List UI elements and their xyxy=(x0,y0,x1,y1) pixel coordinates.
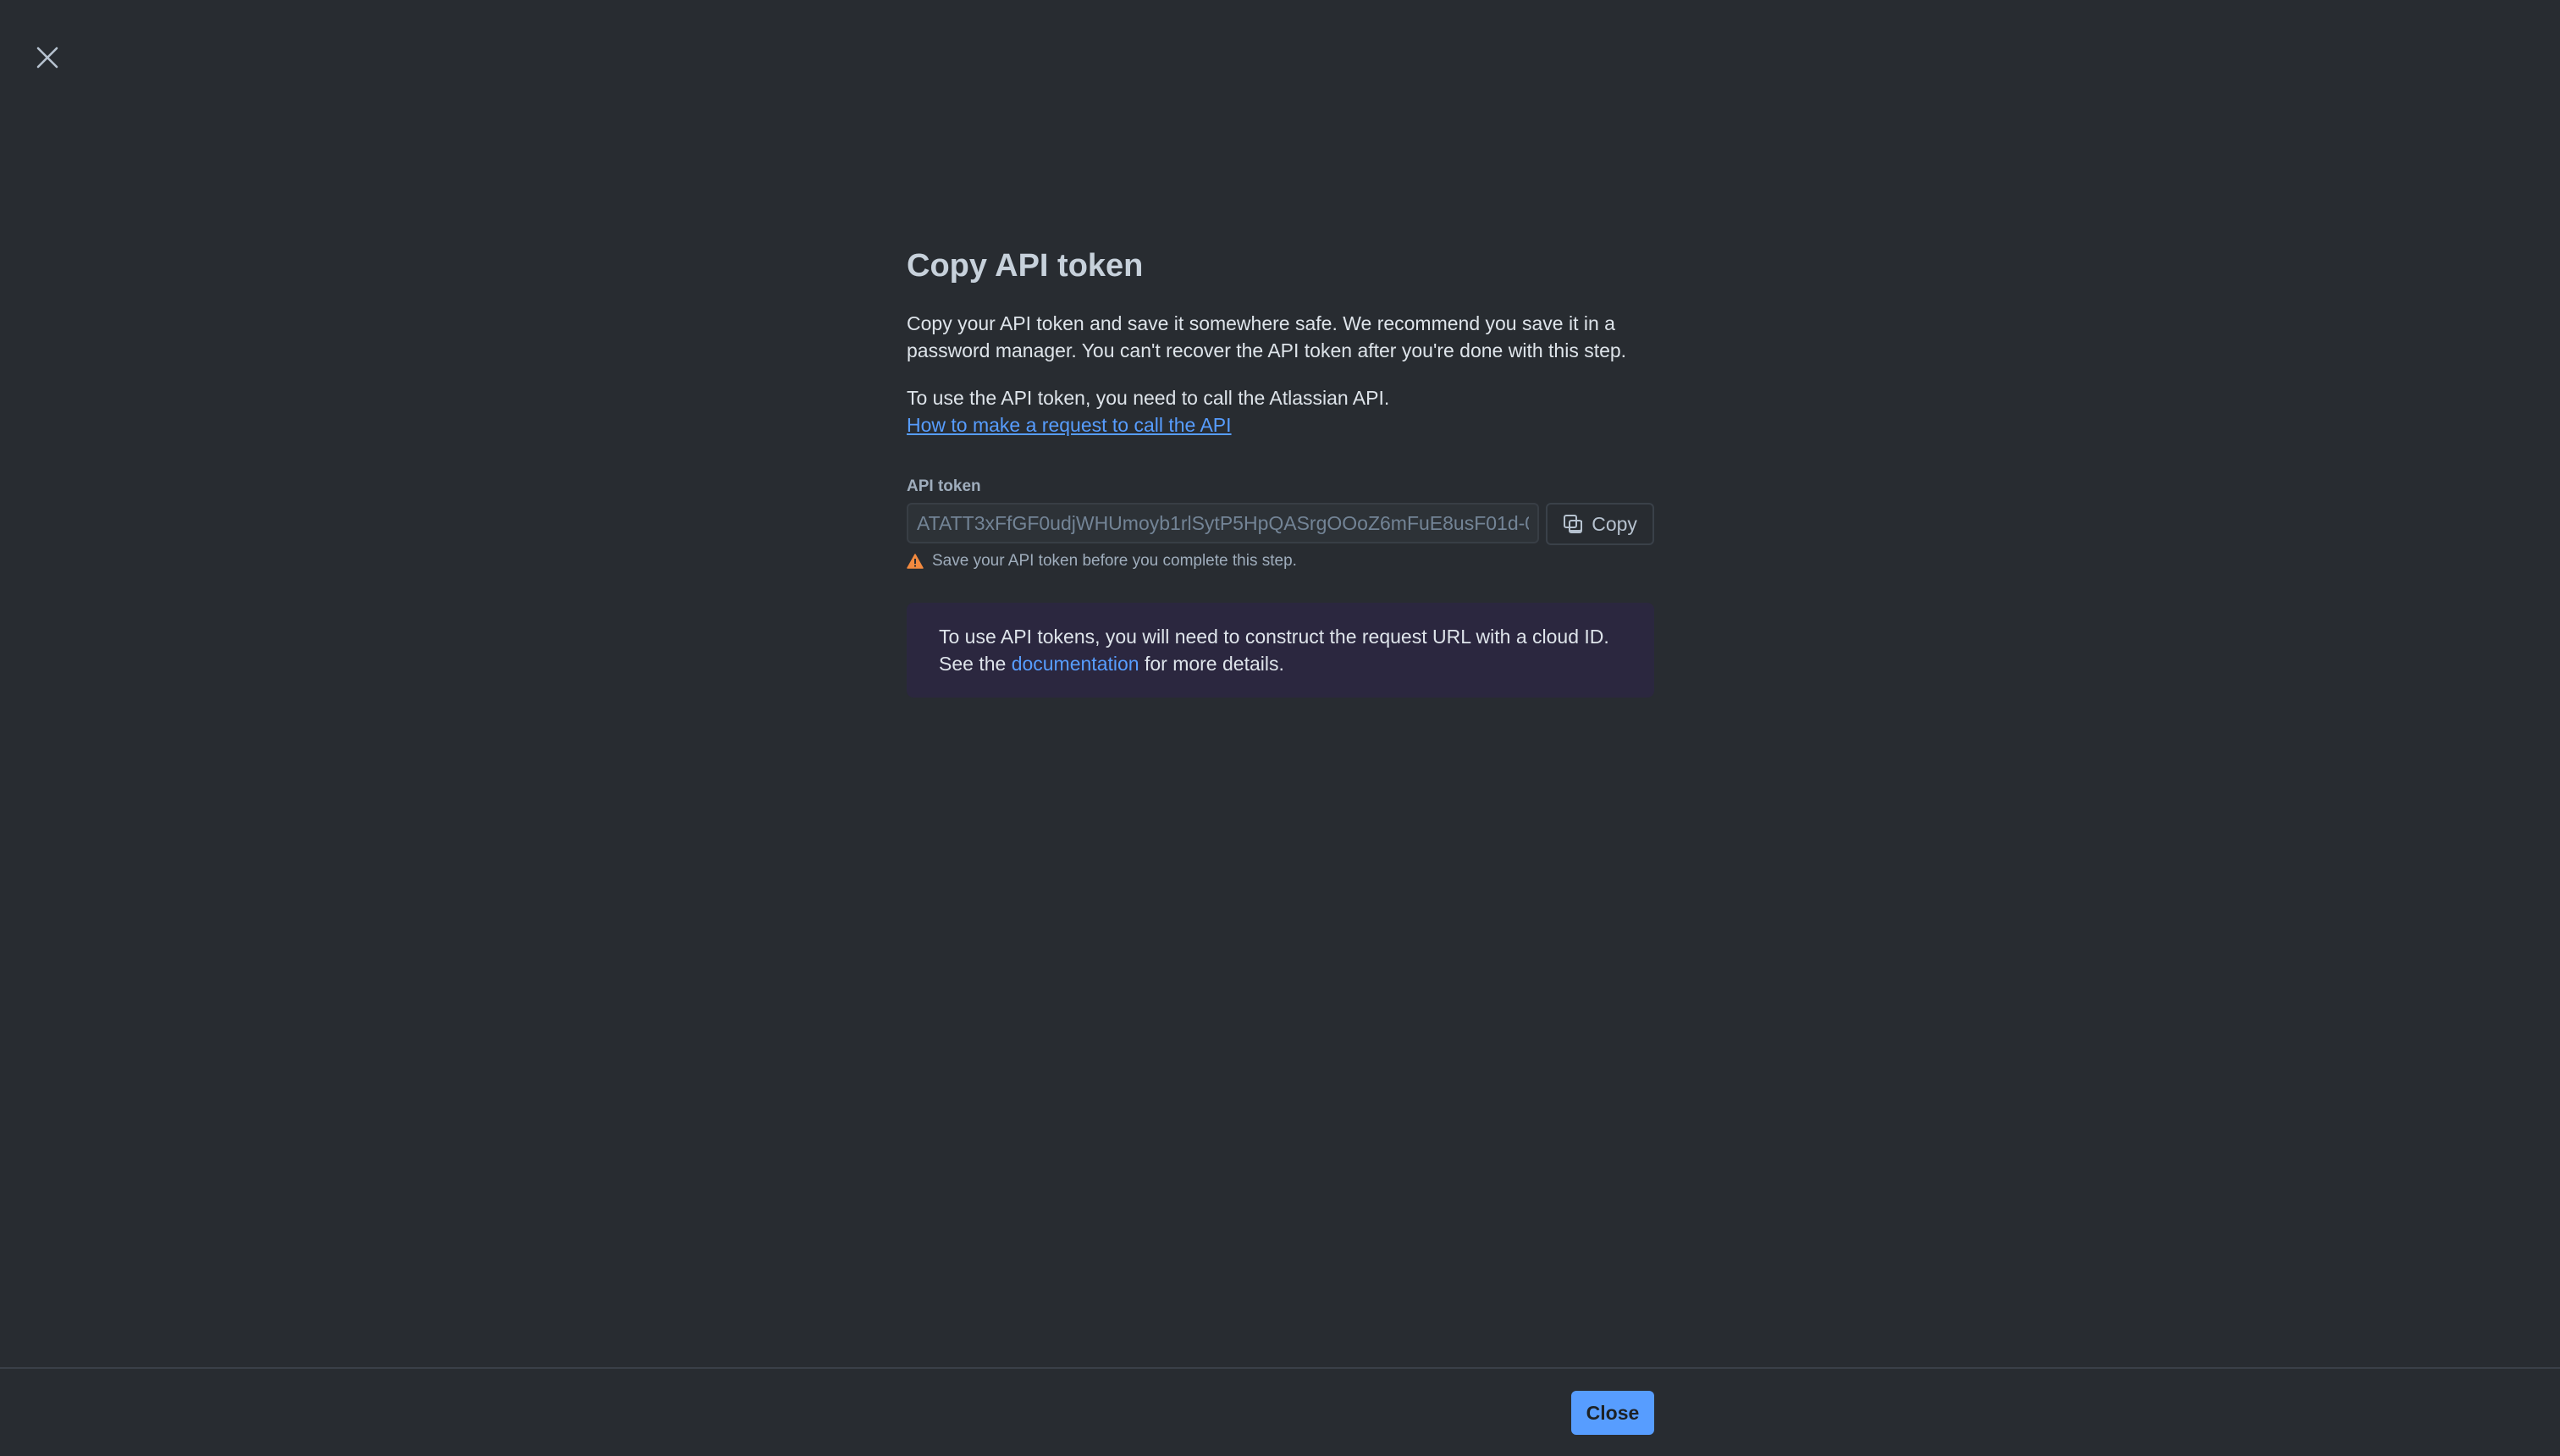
warning-text: Save your API token before you complete … xyxy=(932,552,1297,570)
copy-api-token-page: Copy API token Copy your API token and s… xyxy=(0,0,2560,1456)
warning-message: Save your API token before you complete … xyxy=(907,552,1654,571)
info-panel: To use API tokens, you will need to cons… xyxy=(907,603,1654,698)
copy-button-label: Copy xyxy=(1592,512,1637,535)
copy-button[interactable]: Copy xyxy=(1546,503,1654,545)
how-to-request-link[interactable]: How to make a request to call the API xyxy=(907,414,1232,436)
usage-text: To use the API token, you need to call t… xyxy=(907,387,1390,409)
usage-paragraph: To use the API token, you need to call t… xyxy=(907,384,1654,438)
api-token-field[interactable] xyxy=(907,503,1540,543)
close-dialog-button[interactable] xyxy=(30,41,64,74)
page-title: Copy API token xyxy=(907,248,1144,284)
close-icon xyxy=(36,47,58,69)
api-token-label: API token xyxy=(907,477,981,495)
close-button[interactable]: Close xyxy=(1571,1391,1654,1435)
documentation-link[interactable]: documentation xyxy=(1012,653,1139,675)
token-row: Copy xyxy=(907,503,1654,545)
warning-icon xyxy=(907,554,924,569)
dialog-content: Copy API token Copy your API token and s… xyxy=(907,245,1654,698)
intro-text: Copy your API token and save it somewher… xyxy=(907,312,1627,361)
info-text-after: for more details. xyxy=(1139,653,1284,675)
footer-divider xyxy=(0,1367,2560,1369)
copy-icon xyxy=(1564,515,1583,533)
